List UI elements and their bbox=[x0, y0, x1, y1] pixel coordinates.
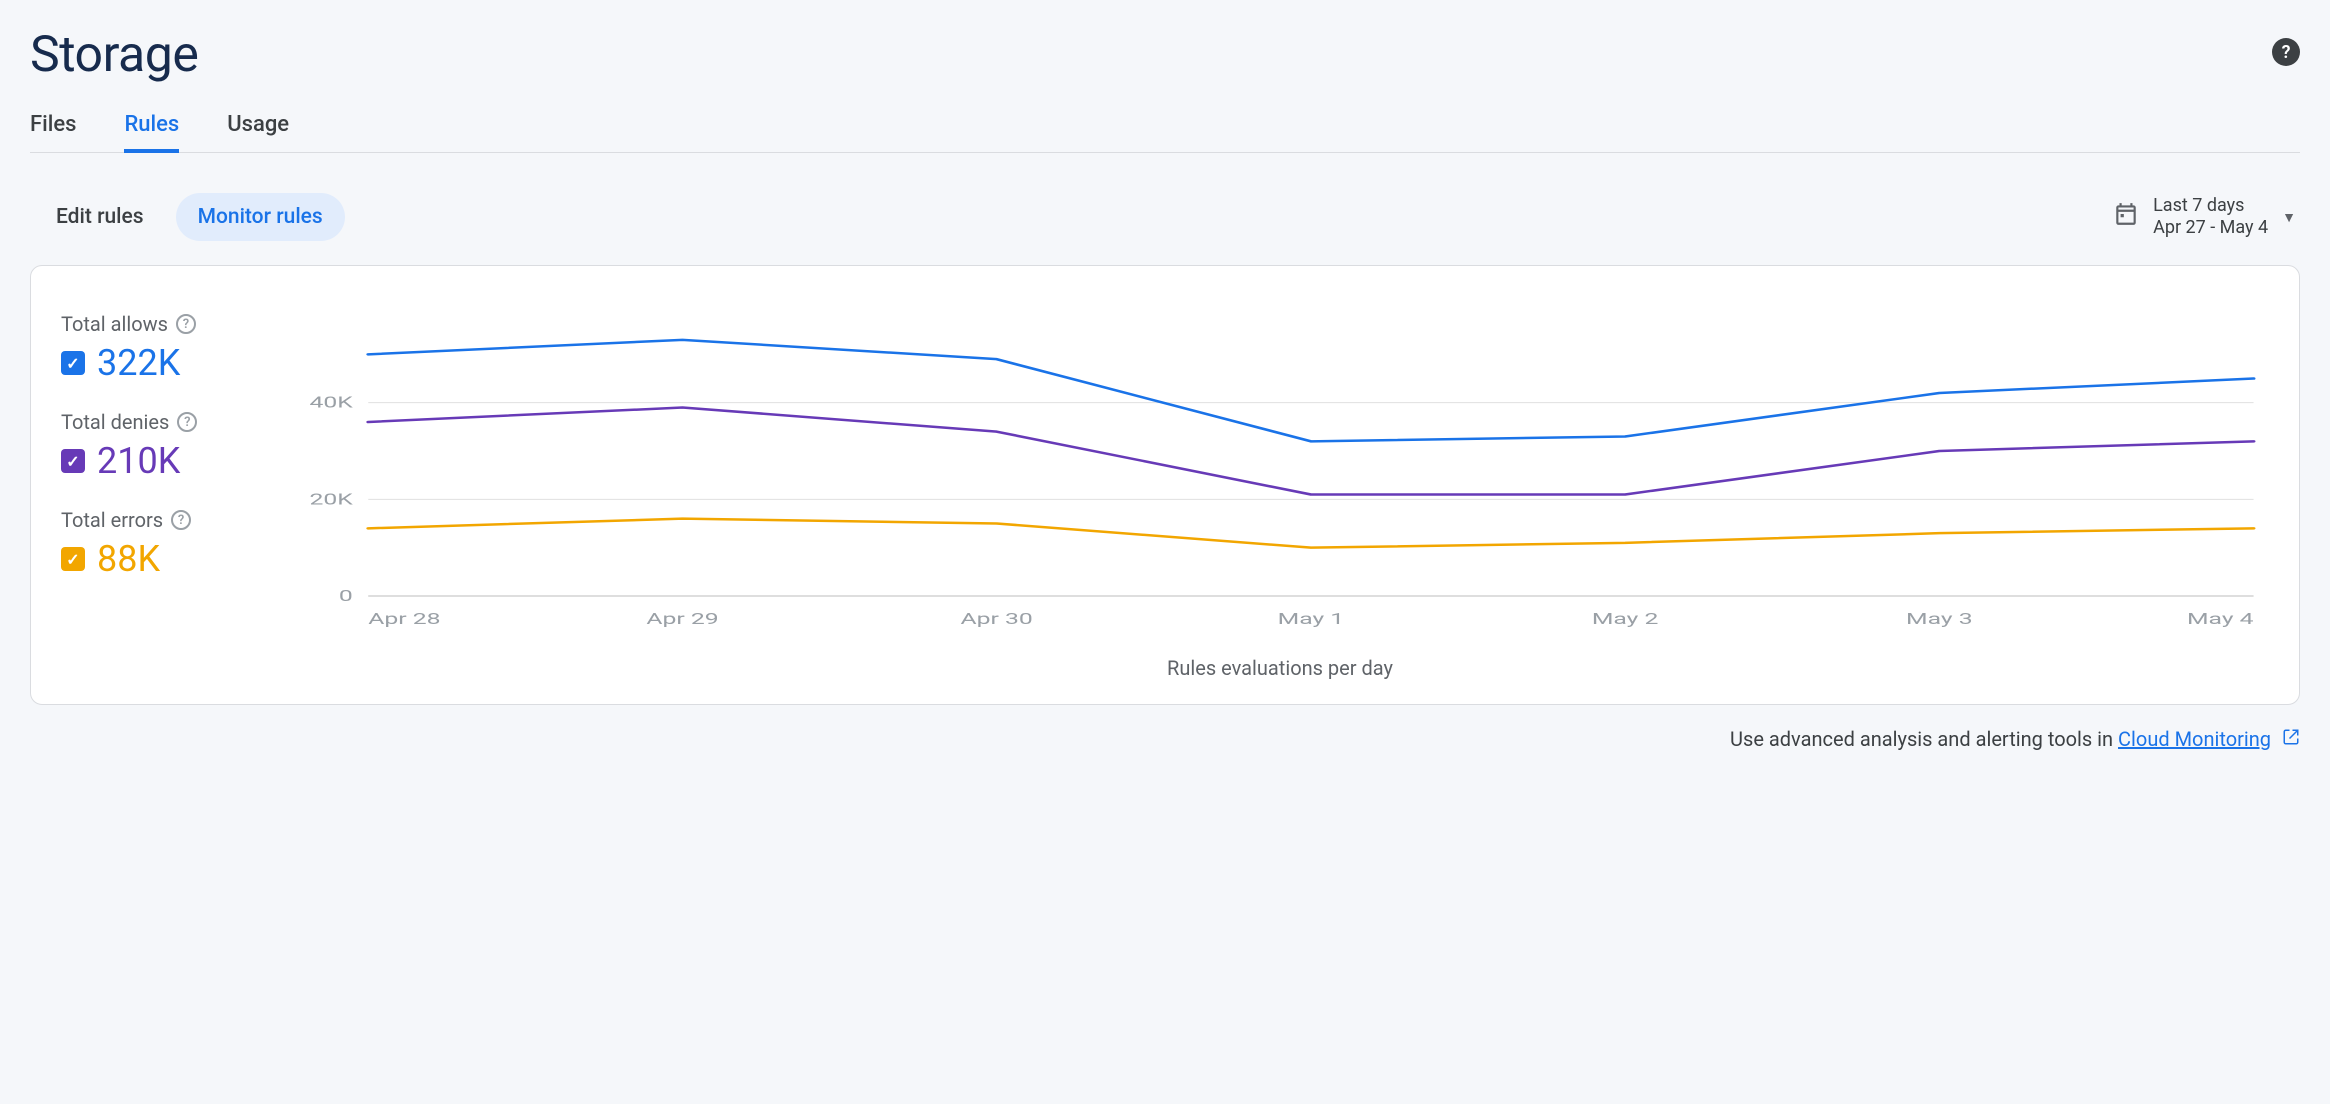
tab-files[interactable]: Files bbox=[30, 112, 76, 152]
legend-errors-value: 88K bbox=[97, 538, 160, 580]
legend-errors: Total errors ? ✓ 88K bbox=[61, 508, 271, 580]
legend-allows-value: 322K bbox=[97, 342, 180, 384]
svg-text:20K: 20K bbox=[310, 491, 354, 509]
cloud-monitoring-link[interactable]: Cloud Monitoring bbox=[2118, 727, 2271, 751]
legend-allows-checkbox[interactable]: ✓ bbox=[61, 351, 85, 375]
tab-usage[interactable]: Usage bbox=[227, 112, 289, 152]
legend-errors-label: Total errors bbox=[61, 508, 163, 532]
svg-text:Apr 29: Apr 29 bbox=[646, 610, 718, 628]
legend-denies-label: Total denies bbox=[61, 410, 169, 434]
svg-text:0: 0 bbox=[339, 587, 353, 605]
subtab-monitor-rules[interactable]: Monitor rules bbox=[176, 193, 345, 241]
chevron-down-icon: ▼ bbox=[2282, 209, 2296, 226]
legend-allows-label: Total allows bbox=[61, 312, 168, 336]
subtab-edit-rules[interactable]: Edit rules bbox=[34, 193, 166, 241]
chart-legend: Total allows ? ✓ 322K Total denies ? ✓ 2… bbox=[61, 296, 271, 680]
svg-text:May 3: May 3 bbox=[1906, 610, 1973, 628]
svg-text:Apr 30: Apr 30 bbox=[961, 610, 1033, 628]
legend-errors-checkbox[interactable]: ✓ bbox=[61, 547, 85, 571]
help-icon[interactable]: ? bbox=[177, 412, 197, 432]
main-tabs: Files Rules Usage bbox=[30, 112, 2300, 153]
tab-rules[interactable]: Rules bbox=[124, 112, 179, 153]
svg-text:May 2: May 2 bbox=[1592, 610, 1659, 628]
legend-denies-value: 210K bbox=[97, 440, 180, 482]
footer-note: Use advanced analysis and alerting tools… bbox=[30, 727, 2300, 751]
legend-allows: Total allows ? ✓ 322K bbox=[61, 312, 271, 384]
external-link-icon bbox=[2282, 727, 2300, 751]
footer-prefix: Use advanced analysis and alerting tools… bbox=[1730, 727, 2118, 751]
date-range-dates: Apr 27 - May 4 bbox=[2153, 217, 2268, 240]
date-range-label: Last 7 days bbox=[2153, 195, 2268, 218]
legend-denies: Total denies ? ✓ 210K bbox=[61, 410, 271, 482]
chart-xlabel: Rules evaluations per day bbox=[291, 656, 2269, 680]
date-range-picker[interactable]: Last 7 days Apr 27 - May 4 ▼ bbox=[2113, 195, 2296, 240]
svg-text:May 1: May 1 bbox=[1278, 610, 1345, 628]
help-icon[interactable]: ? bbox=[2272, 38, 2300, 66]
svg-text:40K: 40K bbox=[310, 394, 354, 412]
svg-text:May 4: May 4 bbox=[2187, 610, 2254, 628]
page-title: Storage bbox=[30, 26, 198, 84]
svg-text:Apr 28: Apr 28 bbox=[368, 610, 440, 628]
line-chart: 0 20K 40K Apr 28 Apr 29 Apr 30 May 1 May 2 May 3… bbox=[291, 296, 2269, 636]
rules-subtabs: Edit rules Monitor rules bbox=[34, 193, 345, 241]
help-icon[interactable]: ? bbox=[176, 314, 196, 334]
help-icon[interactable]: ? bbox=[171, 510, 191, 530]
legend-denies-checkbox[interactable]: ✓ bbox=[61, 449, 85, 473]
calendar-icon bbox=[2113, 201, 2139, 234]
chart-card: Total allows ? ✓ 322K Total denies ? ✓ 2… bbox=[30, 265, 2300, 705]
